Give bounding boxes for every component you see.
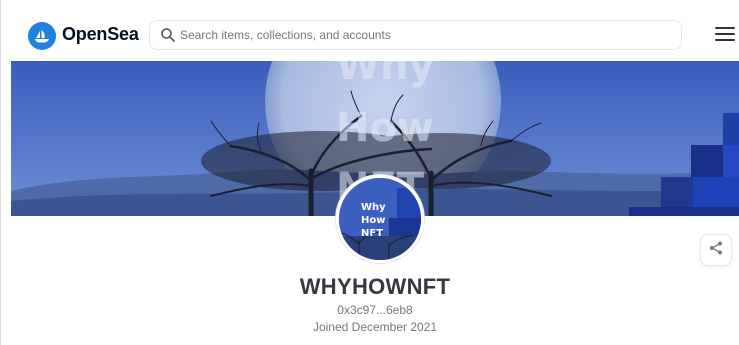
top-navbar: OpenSea bbox=[11, 11, 739, 61]
avatar-text-line-3: NFT bbox=[361, 228, 383, 239]
joined-date: Joined December 2021 bbox=[312, 320, 438, 334]
profile-avatar[interactable]: Why How NFT bbox=[336, 175, 424, 263]
search-input[interactable] bbox=[180, 21, 670, 49]
avatar-text-line-2: How bbox=[361, 215, 385, 226]
opensea-logo-icon[interactable] bbox=[28, 22, 56, 50]
share-icon bbox=[708, 240, 724, 261]
brand-name[interactable]: OpenSea bbox=[62, 24, 139, 45]
hamburger-menu-icon[interactable] bbox=[715, 27, 735, 43]
wallet-address[interactable]: 0x3c97...6eb8 bbox=[11, 303, 739, 317]
avatar-text-line-1: Why bbox=[361, 202, 386, 213]
banner-text-line-1: Why bbox=[336, 61, 435, 89]
share-button[interactable] bbox=[700, 234, 732, 266]
window-left-edge bbox=[0, 0, 1, 345]
profile-name: WHYHOWNFT bbox=[299, 274, 451, 299]
search-bar[interactable] bbox=[149, 20, 682, 50]
banner-text-line-2: How bbox=[336, 105, 434, 151]
search-icon bbox=[160, 27, 176, 48]
